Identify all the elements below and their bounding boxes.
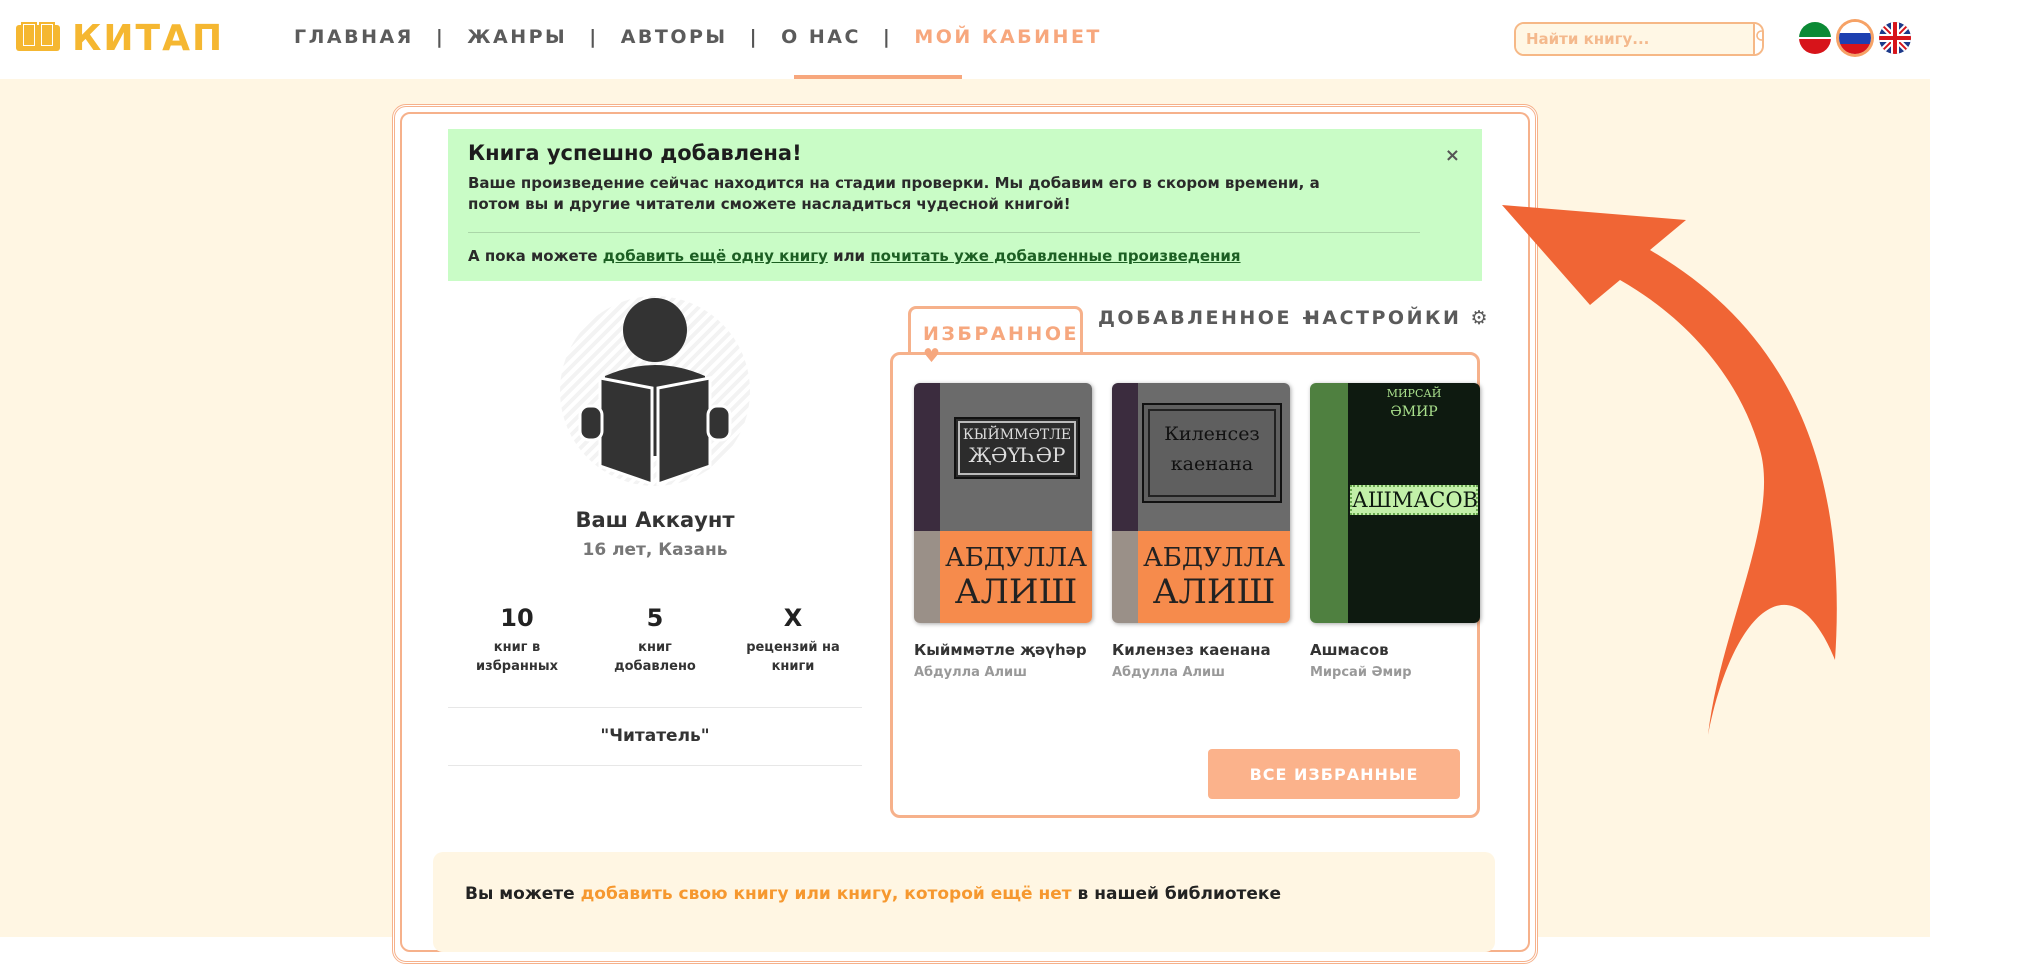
tab-settings[interactable]: НАСТРОЙКИ ⚙ xyxy=(1304,307,1490,329)
alert-message: Ваше произведение сейчас находится на ст… xyxy=(468,174,1320,213)
book-card[interactable]: МИРСАЙ ӘМИР АШМАСОВ Ашмасов Мирсай Әмир xyxy=(1310,383,1480,680)
book-title[interactable]: Кыйммәтле җәүһәр xyxy=(914,641,1092,659)
account-details: 16 лет, Казань xyxy=(582,540,728,560)
nav-separator: | xyxy=(749,26,760,48)
book-title[interactable]: Килензез каенана xyxy=(1112,641,1290,659)
search-box xyxy=(1514,22,1764,56)
success-alert: Книга успешно добавлена! × Ваше произвед… xyxy=(448,129,1482,281)
nav-item-authors[interactable]: АВТОРЫ xyxy=(621,26,728,48)
site-header: КИТАП ГЛАВНАЯ | ЖАНРЫ | АВТОРЫ | О НАС |… xyxy=(0,0,1930,79)
read-books-link[interactable]: почитать уже добавленные произведения xyxy=(870,247,1240,265)
logo-text: КИТАП xyxy=(72,18,225,59)
stat-value: 10 xyxy=(500,604,534,632)
stat-reviews: X рецензий на книги xyxy=(733,604,853,676)
stat-value: X xyxy=(783,604,803,632)
stat-label: рецензий на книги xyxy=(746,640,840,674)
book-card[interactable]: КЫЙММӘТЛЕ ҖӘҮҺӘР АБДУЛЛА АЛИШ Кыйммәтле … xyxy=(914,383,1092,680)
tab-added[interactable]: ДОБАВЛЕННОЕ + xyxy=(1098,307,1319,329)
book-title[interactable]: Ашмасов xyxy=(1310,641,1480,659)
arrow-annotation-icon xyxy=(1502,205,1837,735)
russia-flag-icon[interactable] xyxy=(1839,22,1871,54)
avatar xyxy=(560,296,750,487)
uk-flag-icon[interactable] xyxy=(1879,22,1911,54)
close-icon[interactable]: × xyxy=(1445,145,1460,166)
book-cover[interactable]: МИРСАЙ ӘМИР АШМАСОВ xyxy=(1310,383,1480,623)
alert-more-middle: или xyxy=(833,247,866,265)
add-another-book-link[interactable]: добавить ещё одну книгу xyxy=(603,247,828,265)
nav-item-home[interactable]: ГЛАВНАЯ xyxy=(294,26,414,48)
stat-value: 5 xyxy=(646,604,664,632)
tab-favorites[interactable]: ИЗБРАННОЕ ♥ xyxy=(908,306,1083,367)
book-author[interactable]: Мирсай Әмир xyxy=(1310,665,1480,680)
book-author[interactable]: Абдулла Алиш xyxy=(914,665,1092,680)
add-book-text: Вы можете добавить свою книгу или книгу,… xyxy=(465,884,1281,904)
divider xyxy=(448,765,862,766)
stat-label: книг в избранных xyxy=(476,640,558,674)
alert-divider xyxy=(468,232,1420,233)
book-card[interactable]: Киленсез каенана АБДУЛЛА АЛИШ Килензез к… xyxy=(1112,383,1290,680)
nav-item-my-cabinet[interactable]: МОЙ КАБИНЕТ xyxy=(914,26,1102,48)
stat-label: книг добавлено xyxy=(614,640,696,674)
alert-more-prefix: А пока можете xyxy=(468,247,598,265)
stat-favorites: 10 книг в избранных xyxy=(457,604,577,676)
nav-item-about[interactable]: О НАС xyxy=(781,26,861,48)
add-book-banner: Вы можете добавить свою книгу или книгу,… xyxy=(433,852,1495,952)
divider xyxy=(448,707,862,708)
alert-title: Книга успешно добавлена! xyxy=(468,141,802,165)
search-icon xyxy=(1755,29,1762,49)
stat-added: 5 книг добавлено xyxy=(595,604,715,676)
nav-item-genres[interactable]: ЖАНРЫ xyxy=(467,26,567,48)
all-favorites-button[interactable]: ВСЕ ИЗБРАННЫЕ xyxy=(1208,749,1460,799)
open-book-icon xyxy=(14,19,62,59)
search-input[interactable] xyxy=(1516,24,1753,54)
book-cover[interactable]: КЫЙММӘТЛЕ ҖӘҮҺӘР АБДУЛЛА АЛИШ xyxy=(914,383,1092,623)
tatar-flag-icon[interactable] xyxy=(1799,22,1831,54)
nav-separator: | xyxy=(882,26,893,48)
book-cover[interactable]: Киленсез каенана АБДУЛЛА АЛИШ xyxy=(1112,383,1290,623)
book-author[interactable]: Абдулла Алиш xyxy=(1112,665,1290,680)
account-name: Ваш Аккаунт xyxy=(575,508,735,532)
add-book-link[interactable]: добавить свою книгу или книгу, которой е… xyxy=(581,884,1072,904)
alert-more: А пока можете добавить ещё одну книгу ил… xyxy=(468,247,1241,265)
site-logo[interactable]: КИТАП xyxy=(14,18,224,59)
user-role: "Читатель" xyxy=(600,726,710,746)
nav-separator: | xyxy=(589,26,599,48)
search-button[interactable] xyxy=(1753,24,1762,54)
reader-icon xyxy=(578,298,732,487)
nav-separator: | xyxy=(435,26,446,48)
main-nav: ГЛАВНАЯ | ЖАНРЫ | АВТОРЫ | О НАС | МОЙ К… xyxy=(294,26,1102,48)
language-switcher xyxy=(1799,22,1911,54)
